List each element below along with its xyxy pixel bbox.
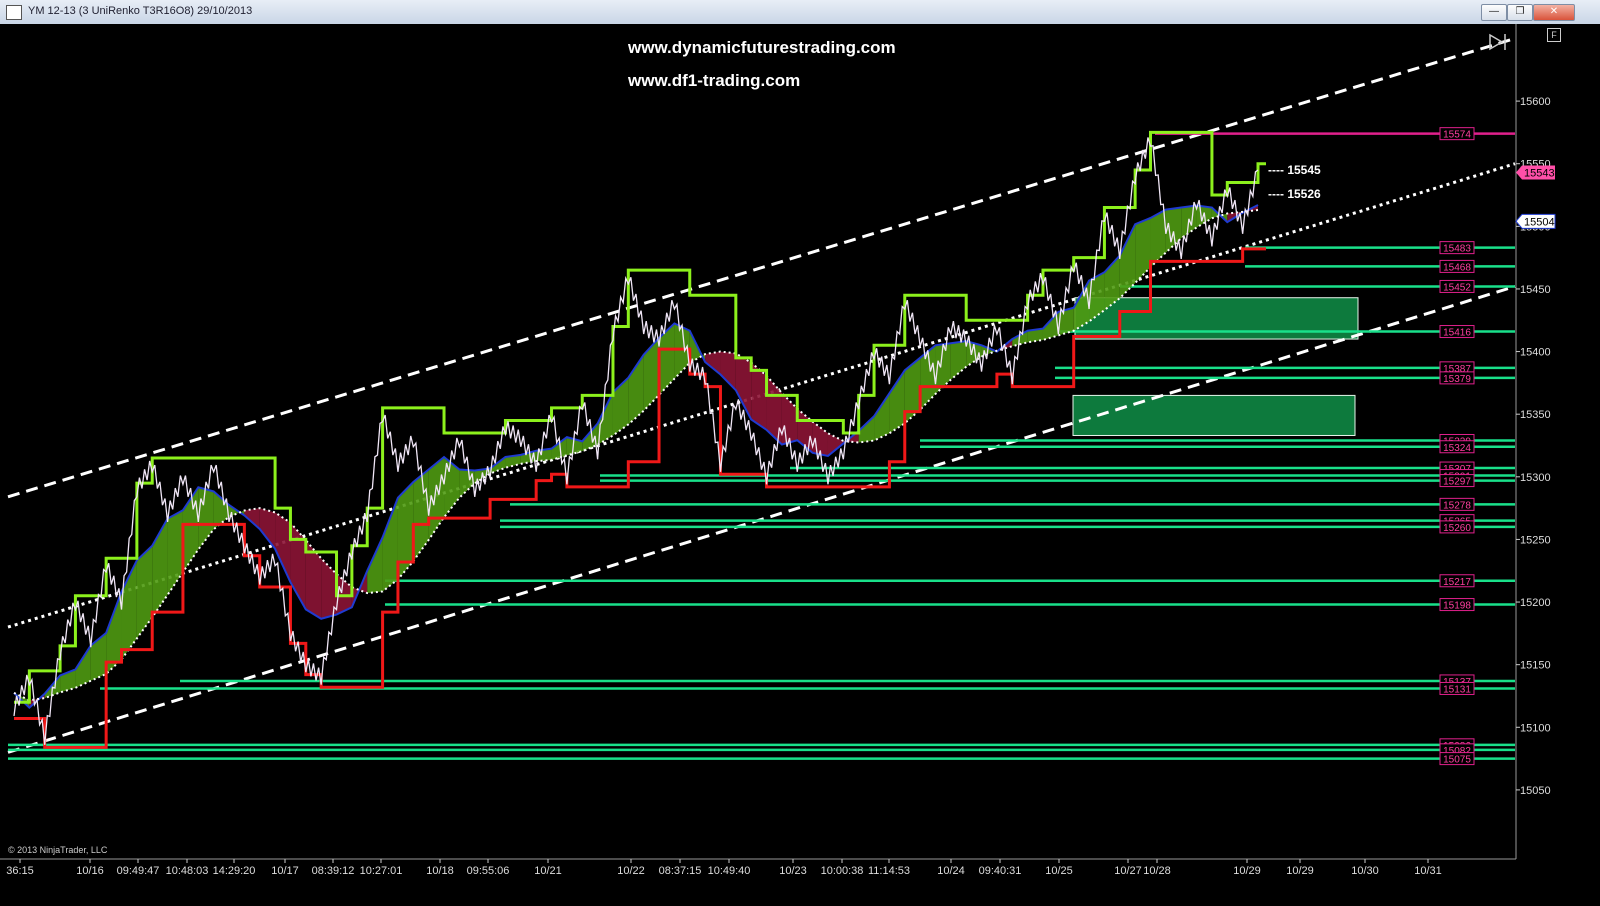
x-tick-label: 10/25 bbox=[1045, 865, 1073, 877]
price-level-label: 15260 bbox=[1443, 523, 1471, 534]
x-tick-label: 10/27 bbox=[1114, 865, 1142, 877]
price-level-label: 15278 bbox=[1443, 500, 1471, 511]
y-tick-label: 15100 bbox=[1520, 722, 1551, 734]
target-price-label: ---- 15526 bbox=[1268, 187, 1321, 201]
x-tick-label: 10/29 bbox=[1286, 865, 1314, 877]
x-tick-label: 10/18 bbox=[426, 865, 454, 877]
price-chart[interactable]: 1557415483154681545215416153871537915329… bbox=[0, 24, 1600, 906]
x-tick-label: 10/29 bbox=[1233, 865, 1261, 877]
y-tick-label: 15450 bbox=[1520, 284, 1551, 296]
price-level-label: 15483 bbox=[1443, 244, 1471, 255]
x-tick-label: 10/16 bbox=[76, 865, 104, 877]
price-level-label: 15198 bbox=[1443, 601, 1471, 612]
window-title: YM 12-13 (3 UniRenko T3R16O8) 29/10/2013 bbox=[28, 5, 253, 17]
f-button[interactable]: F bbox=[1547, 28, 1561, 42]
x-tick-label: 36:15 bbox=[6, 865, 34, 877]
x-tick-label: 10:49:40 bbox=[708, 865, 751, 877]
y-tick-label: 15350 bbox=[1520, 409, 1551, 421]
x-tick-label: 10/31 bbox=[1414, 865, 1442, 877]
price-level-label: 15324 bbox=[1443, 443, 1471, 454]
y-tick-label: 15600 bbox=[1520, 96, 1551, 108]
x-tick-label: 10:48:03 bbox=[166, 865, 209, 877]
marker-price-label: 15504 bbox=[1524, 216, 1555, 228]
y-tick-label: 15400 bbox=[1520, 347, 1551, 359]
price-level-label: 15217 bbox=[1443, 577, 1471, 588]
x-tick-label: 10/23 bbox=[779, 865, 807, 877]
x-tick-label: 10:27:01 bbox=[360, 865, 403, 877]
price-level-label: 15452 bbox=[1443, 282, 1471, 293]
copyright-label: © 2013 NinjaTrader, LLC bbox=[8, 845, 108, 855]
price-level-label: 15131 bbox=[1443, 684, 1471, 695]
y-tick-label: 15250 bbox=[1520, 534, 1551, 546]
x-tick-label: 09:40:31 bbox=[979, 865, 1022, 877]
x-tick-label: 10/22 bbox=[617, 865, 645, 877]
target-price-label: ---- 15545 bbox=[1268, 163, 1321, 177]
price-level-label: 15574 bbox=[1443, 130, 1471, 141]
close-button[interactable]: ✕ bbox=[1533, 4, 1575, 21]
x-tick-label: 10/21 bbox=[534, 865, 562, 877]
x-tick-label: 10:00:38 bbox=[821, 865, 864, 877]
price-level-label: 15075 bbox=[1443, 755, 1471, 766]
window-titlebar: YM 12-13 (3 UniRenko T3R16O8) 29/10/2013… bbox=[0, 0, 1600, 25]
y-tick-label: 15200 bbox=[1520, 597, 1551, 609]
minimize-button[interactable]: — bbox=[1481, 4, 1507, 21]
x-tick-label: 08:37:15 bbox=[659, 865, 702, 877]
maximize-button[interactable]: ❐ bbox=[1507, 4, 1533, 21]
watermark-url-2: www.df1-trading.com bbox=[627, 71, 800, 90]
price-level-label: 15468 bbox=[1443, 262, 1471, 273]
x-tick-label: 08:39:12 bbox=[312, 865, 355, 877]
demand-zone bbox=[1074, 297, 1359, 340]
y-tick-label: 15300 bbox=[1520, 472, 1551, 484]
y-tick-label: 15050 bbox=[1520, 785, 1551, 797]
x-tick-label: 10/17 bbox=[271, 865, 299, 877]
demand-zone bbox=[1072, 394, 1356, 436]
x-tick-label: 10/30 bbox=[1351, 865, 1379, 877]
x-tick-label: 11:14:53 bbox=[868, 865, 910, 877]
x-tick-label: 14:29:20 bbox=[213, 865, 256, 877]
x-tick-label: 10/28 bbox=[1143, 865, 1171, 877]
x-tick-label: 09:55:06 bbox=[467, 865, 510, 877]
watermark-url-1: www.dynamicfuturestrading.com bbox=[627, 38, 896, 57]
y-tick-label: 15150 bbox=[1520, 660, 1551, 672]
x-tick-label: 09:49:47 bbox=[117, 865, 160, 877]
last-price-label: 15543 bbox=[1524, 167, 1555, 179]
price-level-label: 15379 bbox=[1443, 374, 1471, 385]
price-level-label: 15297 bbox=[1443, 477, 1471, 488]
app-icon bbox=[6, 5, 22, 20]
x-tick-label: 10/24 bbox=[937, 865, 965, 877]
price-level-label: 15416 bbox=[1443, 328, 1471, 339]
